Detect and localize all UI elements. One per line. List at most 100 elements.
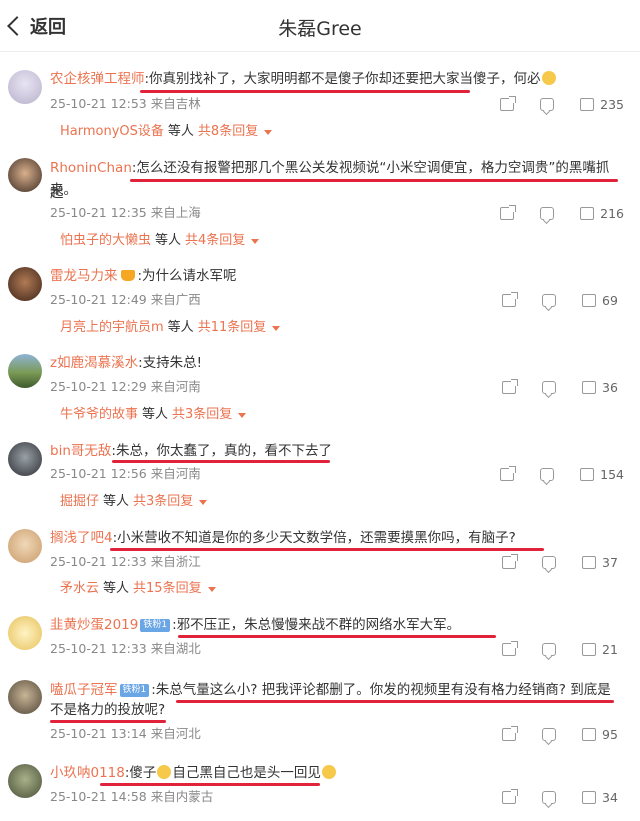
caret-down-icon — [199, 499, 208, 505]
comment-text: 农企核弹工程师:你真别找补了，大家明明都不是傻子你却还要把大家当傻子，何必 — [50, 67, 622, 92]
share-icon[interactable] — [500, 95, 517, 111]
share-icon[interactable] — [500, 204, 517, 220]
comment-actions: 36 — [476, 377, 624, 397]
like-icon[interactable] — [582, 293, 596, 307]
like-count: 235 — [600, 96, 624, 112]
like-icon[interactable] — [580, 206, 595, 220]
like-count: 216 — [600, 205, 624, 221]
caret-down-icon — [238, 412, 247, 418]
comment-icon[interactable] — [542, 727, 556, 741]
avatar[interactable] — [8, 354, 42, 388]
comment-actions: 37 — [476, 552, 624, 572]
avatar[interactable] — [8, 616, 42, 650]
username[interactable]: 嗑瓜子冠军 — [50, 682, 118, 698]
comment-actions: 154 — [474, 464, 624, 484]
username[interactable]: 雷龙马力来 — [50, 268, 118, 284]
username[interactable]: RhoninChan — [50, 160, 132, 176]
reply-summary[interactable]: 矛水云 等人 共15条回复 — [60, 579, 216, 599]
reply-summary[interactable]: 月亮上的宇航员m 等人 共11条回复 — [60, 318, 281, 338]
emoji-icon — [157, 765, 172, 779]
share-icon[interactable] — [500, 465, 517, 481]
reply-summary[interactable]: 牛爷爷的故事 等人 共3条回复 — [60, 405, 247, 425]
crown-icon — [120, 270, 135, 281]
comment-actions: 69 — [476, 290, 624, 310]
avatar[interactable] — [8, 267, 42, 301]
red-underline — [176, 700, 614, 703]
like-icon[interactable] — [580, 97, 595, 111]
username[interactable]: 农企核弹工程师 — [50, 71, 145, 87]
red-underline — [112, 460, 330, 463]
red-underline — [110, 548, 544, 551]
emoji-icon — [541, 71, 556, 85]
share-icon[interactable] — [502, 725, 518, 741]
comment-actions: 216 — [474, 203, 624, 223]
like-count: 95 — [602, 726, 618, 742]
comment-actions: 21 — [476, 639, 624, 659]
avatar[interactable] — [8, 442, 42, 476]
like-icon[interactable] — [582, 555, 596, 569]
username[interactable]: 小玖呐0118 — [50, 765, 125, 781]
share-icon[interactable] — [502, 378, 518, 394]
comment-meta: 25-10-21 12:29 来自河南 — [50, 379, 201, 394]
like-icon[interactable] — [582, 790, 596, 804]
avatar[interactable] — [8, 529, 42, 563]
comment-meta: 25-10-21 12:33 来自浙江 — [50, 554, 201, 569]
comment-meta: 25-10-21 12:56 来自河南 — [50, 466, 201, 481]
avatar[interactable] — [8, 680, 42, 714]
comment-icon[interactable] — [540, 467, 555, 481]
caret-down-icon — [207, 586, 216, 592]
username[interactable]: 韭黄炒蛋2019 — [50, 617, 138, 633]
fan-badge: 铁粉1 — [140, 619, 171, 632]
comment-text: 雷龙马力来:为什么请水军呢 — [50, 268, 237, 284]
laugh-emoji-icon — [321, 765, 336, 779]
comment-icon[interactable] — [542, 642, 556, 656]
reply-summary[interactable]: 掘掘仔 等人 共3条回复 — [60, 492, 208, 512]
like-icon[interactable] — [582, 727, 596, 741]
like-count: 36 — [602, 379, 618, 395]
like-count: 154 — [600, 466, 624, 482]
share-icon[interactable] — [502, 788, 518, 804]
comment-icon[interactable] — [542, 380, 556, 394]
red-underline — [50, 720, 166, 723]
avatar[interactable] — [8, 764, 42, 798]
comment-meta: 25-10-21 12:33 来自湖北 — [50, 641, 201, 656]
comment-meta: 25-10-21 12:35 来自上海 — [50, 205, 201, 220]
fan-badge: 铁粉1 — [119, 684, 150, 697]
username[interactable]: bin哥无敌 — [50, 443, 111, 459]
username[interactable]: z如鹿渴慕溪水 — [50, 355, 138, 371]
reply-summary[interactable]: 怕虫子的大懒虫 等人 共4条回复 — [60, 231, 260, 251]
comment-meta: 25-10-21 14:58 来自内蒙古 — [50, 789, 214, 804]
red-underline — [130, 179, 618, 182]
avatar[interactable] — [8, 158, 42, 192]
comment-icon[interactable] — [542, 293, 556, 307]
like-count: 69 — [602, 292, 618, 308]
comment-actions: 95 — [476, 724, 624, 744]
top-bar: 返回 朱磊Gree — [0, 0, 640, 52]
comment-meta: 25-10-21 12:53 来自吉林 — [50, 96, 201, 111]
share-icon[interactable] — [502, 553, 518, 569]
comment-meta: 25-10-21 12:49 来自广西 — [50, 292, 201, 307]
like-count: 34 — [602, 789, 618, 805]
comment-text: z如鹿渴慕溪水:支持朱总! — [50, 355, 203, 371]
comment-meta: 25-10-21 13:14 来自河北 — [50, 726, 201, 741]
like-icon[interactable] — [582, 642, 596, 656]
avatar[interactable] — [8, 70, 42, 104]
comment-icon[interactable] — [542, 790, 556, 804]
like-icon[interactable] — [582, 380, 596, 394]
share-icon[interactable] — [502, 291, 518, 307]
red-underline — [140, 90, 470, 93]
page-title: 朱磊Gree — [278, 18, 362, 40]
reply-summary[interactable]: HarmonyOS设备 等人 共8条回复 — [60, 122, 273, 142]
red-underline — [100, 783, 320, 786]
comment-actions: 34 — [476, 787, 624, 807]
comment-icon[interactable] — [540, 97, 555, 111]
like-count: 21 — [602, 641, 618, 657]
username[interactable]: 搁浅了吧4 — [50, 530, 113, 546]
share-icon[interactable] — [502, 640, 518, 656]
comment-icon[interactable] — [542, 555, 556, 569]
like-icon[interactable] — [580, 467, 595, 481]
comment-actions: 235 — [474, 94, 624, 114]
like-count: 37 — [602, 554, 618, 570]
comment-icon[interactable] — [540, 206, 555, 220]
caret-down-icon — [251, 238, 260, 244]
